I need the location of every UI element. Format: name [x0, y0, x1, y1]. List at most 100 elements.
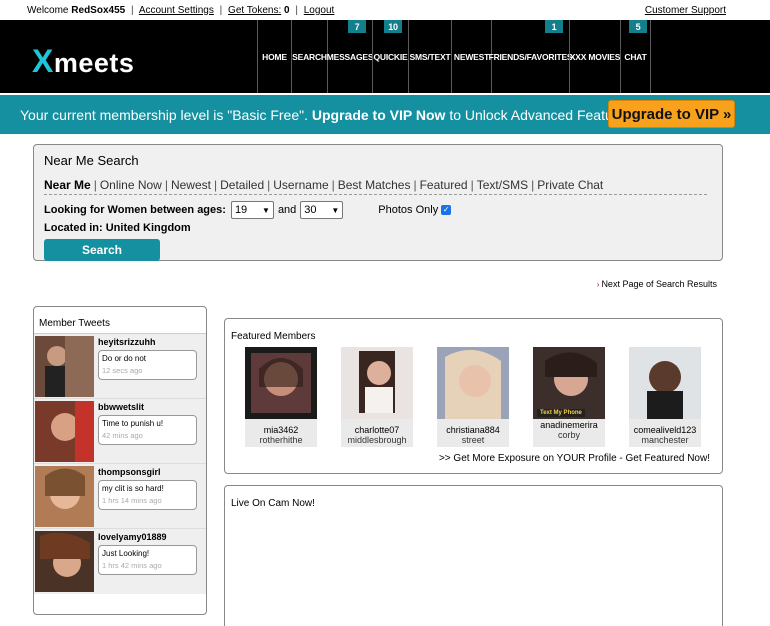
- member-name: anadinemerira: [540, 420, 598, 430]
- logo[interactable]: Xmeets: [32, 43, 134, 80]
- customer-support-link[interactable]: Customer Support: [645, 5, 726, 16]
- member-photo-wrap[interactable]: Text My Phone: [533, 347, 605, 419]
- search-button[interactable]: Search: [44, 239, 160, 261]
- nav-label: SEARCH: [292, 51, 327, 62]
- member-photo[interactable]: [437, 347, 509, 419]
- tweet-text: Time to punish u!: [102, 419, 164, 428]
- tab-newest[interactable]: Newest: [171, 178, 211, 192]
- avatar[interactable]: [35, 401, 94, 462]
- nav-xxx-movies[interactable]: XXX MOVIES: [569, 20, 620, 93]
- get-tokens-link[interactable]: Get Tokens:: [228, 5, 281, 16]
- tweet-username[interactable]: heyitsrizzuhh: [98, 337, 206, 347]
- nav-home[interactable]: HOME: [257, 20, 291, 93]
- age-from-select[interactable]: 19 ▼: [230, 201, 274, 219]
- nav-newest[interactable]: NEWEST: [451, 20, 491, 93]
- tweet-item[interactable]: thompsonsgirl my clit is so hard! 1 hrs 1…: [34, 464, 206, 529]
- tweet-username[interactable]: lovelyamy01889: [98, 532, 206, 542]
- featured-member[interactable]: charlotte07 middlesbrough: [341, 347, 413, 447]
- tweet-item[interactable]: heyitsrizzuhh Do or do not 12 secs ago: [34, 334, 206, 399]
- tweet-text: my clit is so hard!: [102, 484, 164, 493]
- member-location: rotherhithe: [259, 435, 303, 445]
- member-photo[interactable]: [629, 347, 701, 419]
- tab-online-now[interactable]: Online Now: [100, 178, 162, 192]
- chevron-down-icon: ▼: [262, 205, 270, 215]
- member-photo[interactable]: [341, 347, 413, 419]
- messages-badge: 7: [348, 20, 366, 33]
- tweets-title: Member Tweets: [34, 307, 206, 334]
- separator: |: [93, 178, 97, 192]
- nav-quickie[interactable]: QUICKIE 10: [372, 20, 408, 93]
- tweet-username[interactable]: bbwwetslit: [98, 402, 206, 412]
- tab-private-chat[interactable]: Private Chat: [537, 178, 603, 192]
- avatar[interactable]: [35, 336, 94, 397]
- separator: |: [130, 4, 134, 16]
- nav-chat[interactable]: CHAT 5: [620, 20, 651, 93]
- nav-friends-favorites[interactable]: FRIENDS/FAVORITES 1: [489, 20, 573, 93]
- token-count: 0: [284, 4, 290, 16]
- nav-label: FRIENDS/FAVORITES: [488, 51, 573, 62]
- welcome-text: Welcome: [27, 4, 69, 16]
- logout-link[interactable]: Logout: [304, 5, 335, 16]
- tab-near-me[interactable]: Near Me: [44, 178, 91, 192]
- search-tabs: Near Me | Online Now | Newest | Detailed | Usern…: [44, 178, 707, 195]
- avatar[interactable]: [35, 531, 94, 592]
- tweet-username[interactable]: thompsonsgirl: [98, 467, 206, 477]
- tweet-content: bbwwetslit Time to punish u! 42 mins ago: [94, 399, 206, 463]
- featured-member[interactable]: christiana884 street: [437, 347, 509, 447]
- member-name: christiana884: [446, 425, 500, 435]
- username: RedSox455: [71, 4, 126, 16]
- located-in: Located in: United Kingdom: [44, 222, 191, 234]
- main-nav: HOME SEARCH MESSAGES 7 QUICKIE 10 SMS/TEXT…: [257, 20, 651, 93]
- age-from-value: 19: [234, 204, 248, 216]
- tab-featured[interactable]: Featured: [420, 178, 468, 192]
- member-photo[interactable]: [245, 347, 317, 419]
- tab-detailed[interactable]: Detailed: [220, 178, 264, 192]
- age-to-select[interactable]: 30 ▼: [300, 201, 344, 219]
- membership-banner: Your current membership level is "Basic …: [0, 95, 770, 134]
- featured-member[interactable]: Text My Phone anadinemerira corby: [533, 347, 605, 447]
- tweet-time: 1 hrs 42 mins ago: [102, 561, 162, 570]
- featured-member[interactable]: comealiveld123 manchester: [629, 347, 701, 447]
- tweet-bubble: Just Looking! 1 hrs 42 mins ago: [98, 545, 197, 575]
- avatar[interactable]: [35, 466, 94, 527]
- photos-only-checkbox[interactable]: ✓: [441, 205, 452, 215]
- separator: |: [470, 178, 474, 192]
- next-page-link[interactable]: › Next Page of Search Results: [597, 279, 717, 289]
- separator: |: [331, 178, 335, 192]
- tweet-item[interactable]: lovelyamy01889 Just Looking! 1 hrs 42 min…: [34, 529, 206, 594]
- nav-search[interactable]: SEARCH: [291, 20, 327, 93]
- banner-text-bold: Upgrade to VIP Now: [311, 106, 446, 123]
- featured-member[interactable]: mia3462 rotherhithe: [245, 347, 317, 447]
- tab-username[interactable]: Username: [273, 178, 328, 192]
- photos-only-label: Photos Only: [378, 204, 439, 216]
- member-location: corby: [557, 430, 580, 440]
- tweet-text: Just Looking!: [102, 549, 150, 558]
- separator: |: [164, 178, 168, 192]
- age-to-value: 30: [304, 204, 317, 216]
- livecam-title: Live On Cam Now!: [231, 498, 315, 509]
- tweet-time: 42 mins ago: [102, 431, 143, 440]
- tweet-bubble: Time to punish u! 42 mins ago: [98, 415, 197, 445]
- banner-text-1: Your current membership level is "Basic …: [20, 106, 308, 123]
- tab-text-sms[interactable]: Text/SMS: [477, 178, 528, 192]
- tweet-bubble: Do or do not 12 secs ago: [98, 350, 197, 380]
- tab-best-matches[interactable]: Best Matches: [338, 178, 411, 192]
- nav-label: CHAT: [624, 51, 647, 62]
- logo-text: meets: [53, 48, 135, 78]
- site-header: Xmeets HOME SEARCH MESSAGES 7 QUICKIE 10 S…: [0, 20, 770, 93]
- text-my-phone-label: Text My Phone: [537, 409, 585, 417]
- nav-messages[interactable]: MESSAGES 7: [327, 20, 373, 93]
- account-settings-link[interactable]: Account Settings: [139, 5, 214, 16]
- tweet-time: 1 hrs 14 mins ago: [102, 496, 162, 505]
- upgrade-vip-button[interactable]: Upgrade to VIP »: [608, 100, 735, 128]
- friends-badge: 1: [545, 20, 563, 33]
- arrow-right-icon: ›: [596, 280, 600, 289]
- top-bar: Welcome RedSox455 | Account Settings | G…: [0, 0, 770, 20]
- nav-label: QUICKIE: [373, 51, 408, 62]
- top-bar-left: Welcome RedSox455 | Account Settings | G…: [27, 5, 334, 16]
- get-featured-link[interactable]: >> Get More Exposure on YOUR Profile - G…: [439, 453, 710, 464]
- nav-sms-text[interactable]: SMS/TEXT: [408, 20, 451, 93]
- tweet-content: thompsonsgirl my clit is so hard! 1 hrs 1…: [94, 464, 206, 528]
- nav-label: NEWEST: [453, 51, 490, 62]
- tweet-item[interactable]: bbwwetslit Time to punish u! 42 mins ago: [34, 399, 206, 464]
